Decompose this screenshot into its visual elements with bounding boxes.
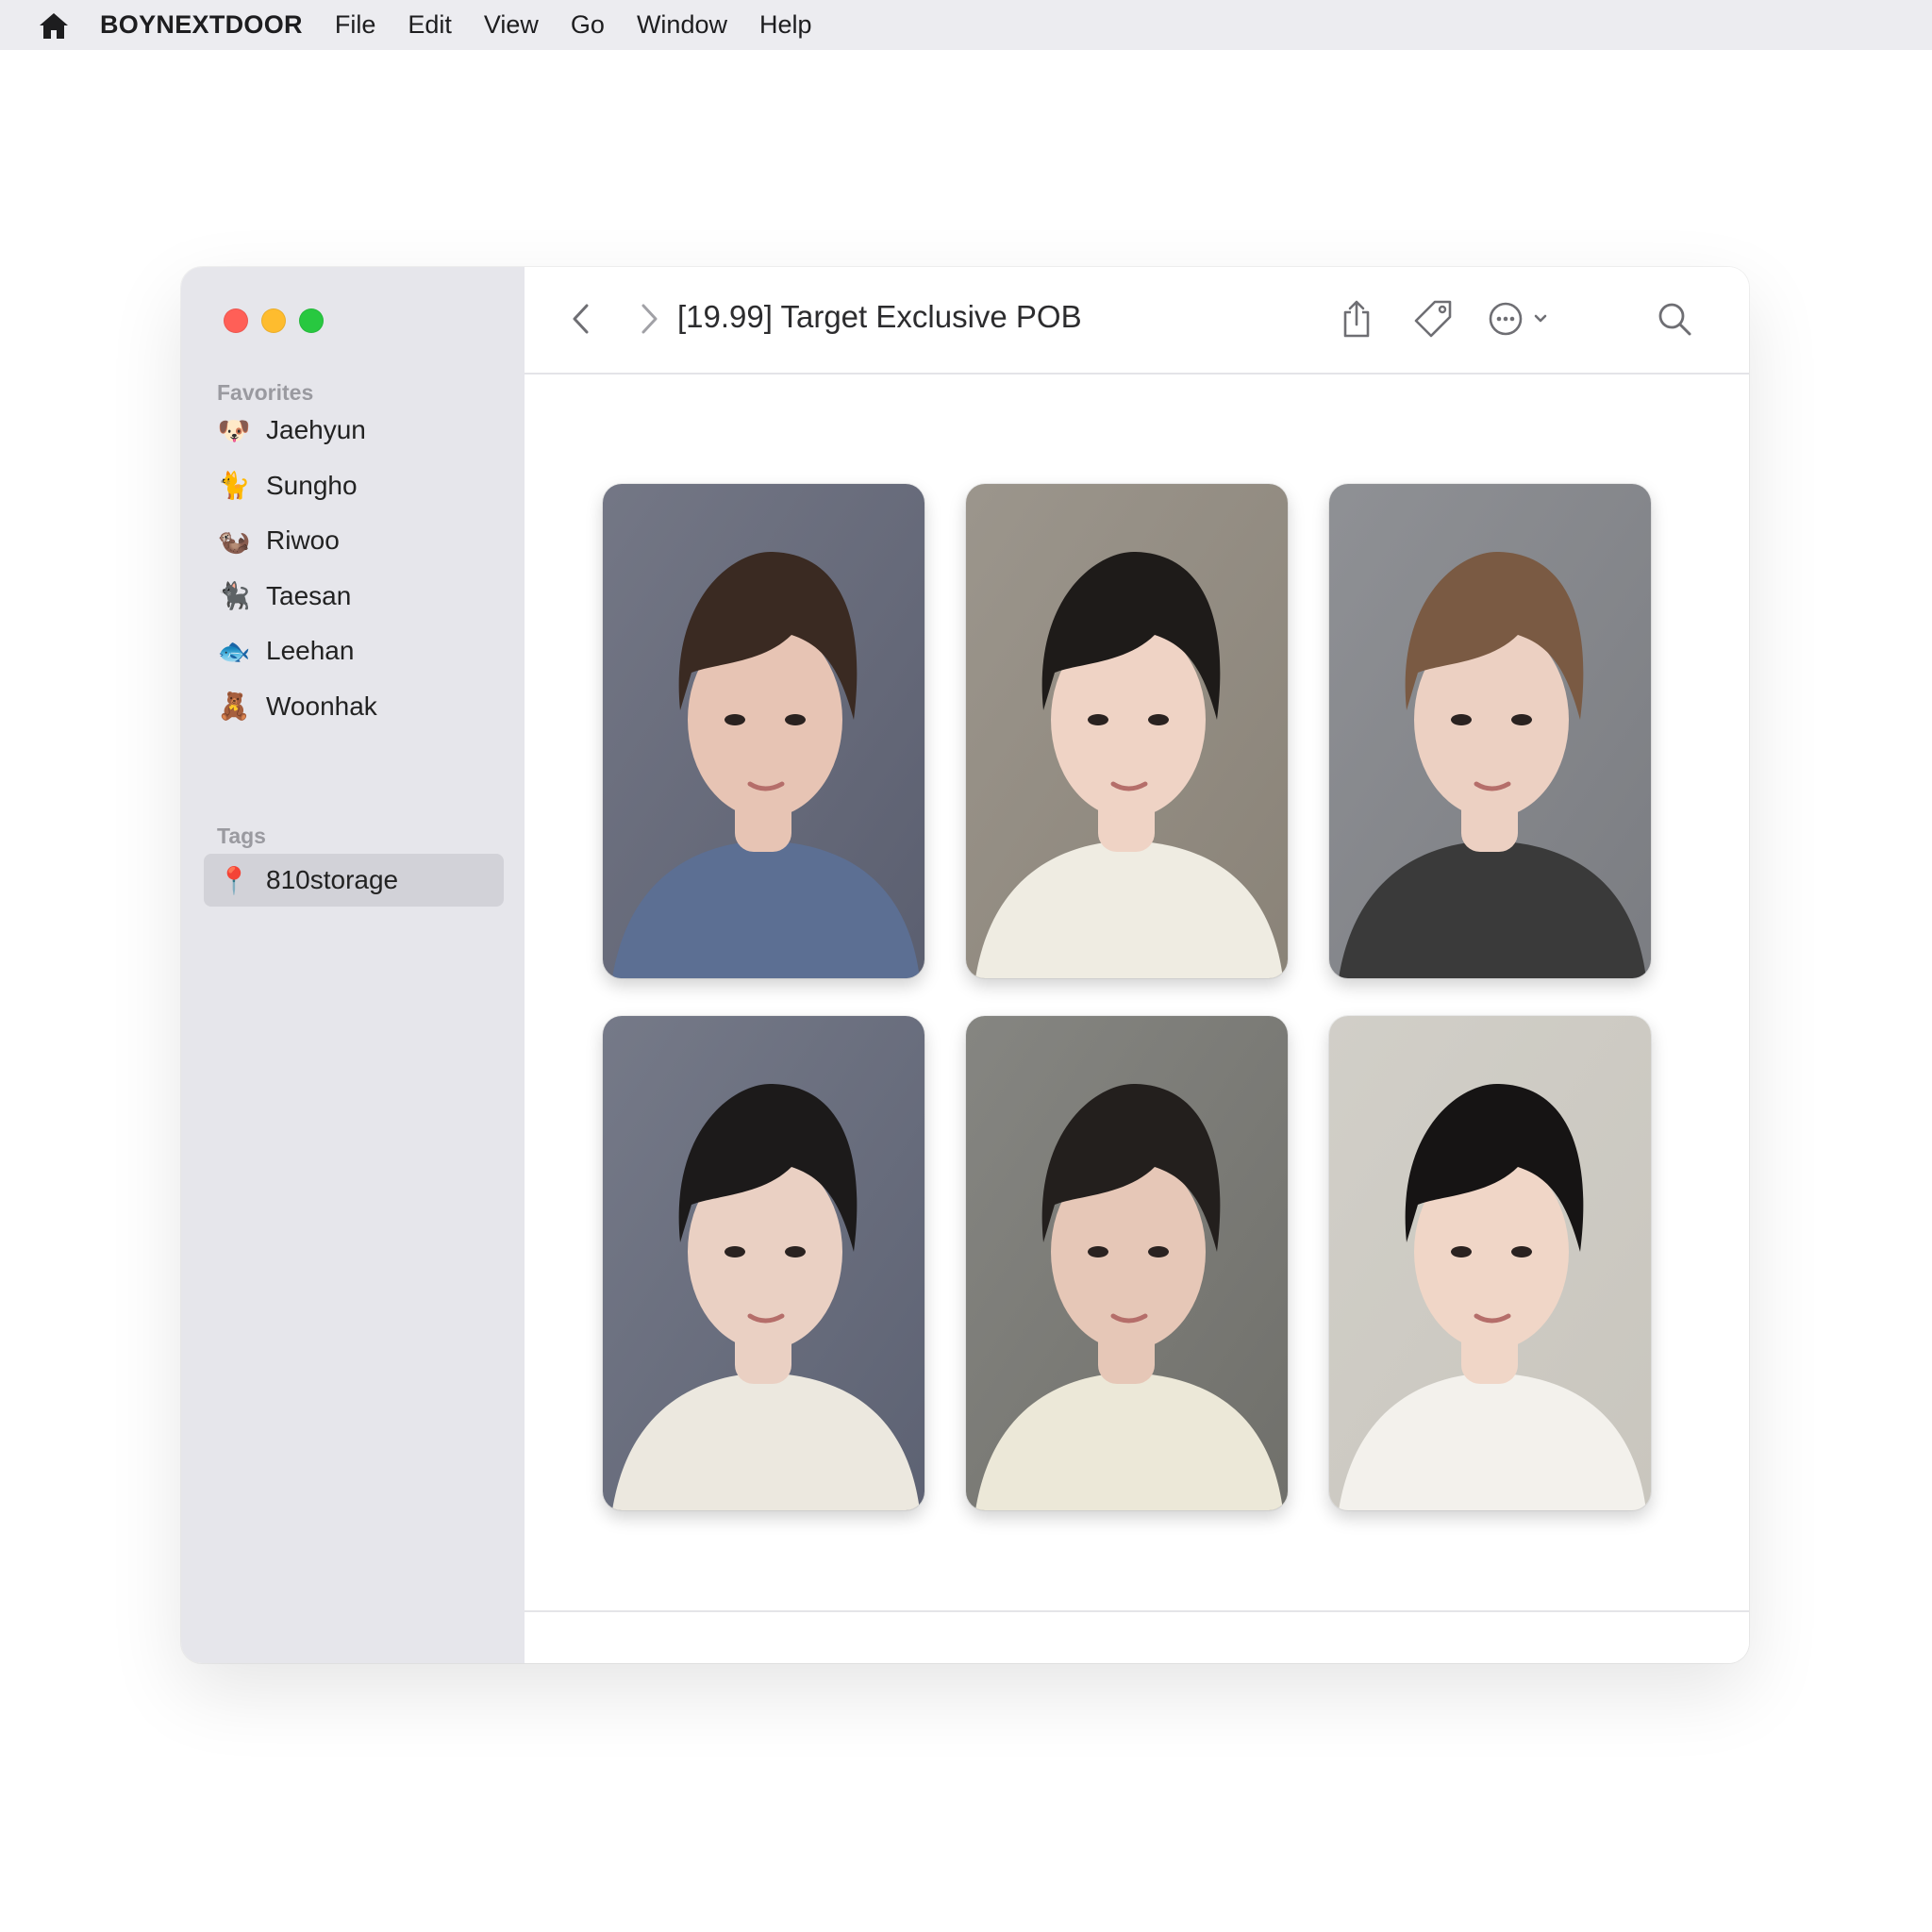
folder-title: [19.99] Target Exclusive POB	[677, 299, 1082, 334]
favorites-title: Favorites	[217, 380, 314, 405]
sidebar-item-label: Taesan	[266, 580, 352, 610]
sidebar-item-leehan[interactable]: 🐟 Leehan	[217, 624, 377, 679]
zoom-button[interactable]	[299, 308, 324, 333]
photo-eye-left	[1088, 714, 1108, 725]
finder-window: Favorites 🐶 Jaehyun 🐈 Sungho 🦦 Riwoo 🐈‍⬛…	[181, 267, 1749, 1663]
portrait-image	[1329, 1016, 1651, 1510]
home-icon[interactable]	[38, 9, 70, 42]
sidebar-item-label: Sungho	[266, 470, 358, 500]
window-controls	[224, 308, 324, 333]
fish-icon: 🐟	[217, 636, 251, 666]
portrait-image	[603, 484, 924, 978]
photo-eye-right	[785, 1246, 806, 1257]
photo-eye-right	[1511, 714, 1532, 725]
minimize-button[interactable]	[261, 308, 286, 333]
favorites-list: 🐶 Jaehyun 🐈 Sungho 🦦 Riwoo 🐈‍⬛ Taesan 🐟 …	[217, 403, 377, 734]
photocard-2[interactable]	[966, 484, 1288, 978]
photo-eye-left	[724, 714, 745, 725]
sidebar-item-riwoo[interactable]: 🦦 Riwoo	[217, 513, 377, 569]
chevron-right-icon[interactable]	[630, 295, 668, 342]
menu-help[interactable]: Help	[759, 10, 812, 40]
more-icon[interactable]	[1485, 295, 1564, 342]
sidebar-item-taesan[interactable]: 🐈‍⬛ Taesan	[217, 569, 377, 625]
photo-eye-right	[785, 714, 806, 725]
photo-eye-right	[1148, 1246, 1169, 1257]
photocard-5[interactable]	[966, 1016, 1288, 1510]
sidebar-item-jaehyun[interactable]: 🐶 Jaehyun	[217, 403, 377, 458]
close-button[interactable]	[224, 308, 248, 333]
portrait-image	[1329, 484, 1651, 978]
menu-go[interactable]: Go	[571, 10, 605, 40]
teddy-bear-icon: 🧸	[217, 691, 251, 722]
photo-eye-right	[1148, 714, 1169, 725]
main-content: [19.99] Target Exclusive POB	[525, 267, 1749, 1663]
photo-eye-right	[1511, 1246, 1532, 1257]
chevron-left-icon[interactable]	[562, 295, 600, 342]
photocard-1[interactable]	[603, 484, 924, 978]
otter-icon: 🦦	[217, 525, 251, 556]
dog-icon: 🐶	[217, 415, 251, 445]
sidebar-item-sungho[interactable]: 🐈 Sungho	[217, 458, 377, 514]
menu-edit[interactable]: Edit	[408, 10, 452, 40]
photocard-6[interactable]	[1329, 1016, 1651, 1510]
photo-eye-left	[724, 1246, 745, 1257]
toolbar: [19.99] Target Exclusive POB	[525, 267, 1749, 375]
sidebar-item-label: 810storage	[266, 865, 399, 894]
app-name[interactable]: BOYNEXTDOOR	[100, 10, 303, 40]
photo-eye-left	[1088, 1246, 1108, 1257]
photo-eye-left	[1451, 1246, 1472, 1257]
photo-grid	[603, 484, 1651, 1510]
sidebar-item-810storage[interactable]: 📍 810storage	[204, 854, 504, 907]
tags-title: Tags	[217, 824, 266, 848]
share-icon[interactable]	[1334, 295, 1379, 342]
portrait-image	[603, 1016, 924, 1510]
sidebar-item-label: Woonhak	[266, 691, 377, 721]
menu-window[interactable]: Window	[637, 10, 727, 40]
status-bar	[525, 1610, 1749, 1663]
photocard-4[interactable]	[603, 1016, 924, 1510]
menu-bar: BOYNEXTDOOR File Edit View Go Window Hel…	[0, 0, 1932, 50]
sidebar-item-woonhak[interactable]: 🧸 Woonhak	[217, 679, 377, 735]
sidebar-item-label: Jaehyun	[266, 415, 366, 445]
menu-view[interactable]: View	[484, 10, 539, 40]
pin-icon: 📍	[217, 865, 251, 895]
search-icon[interactable]	[1651, 295, 1698, 342]
photocard-3[interactable]	[1329, 484, 1651, 978]
sidebar: Favorites 🐶 Jaehyun 🐈 Sungho 🦦 Riwoo 🐈‍⬛…	[181, 267, 525, 1663]
menu-file[interactable]: File	[335, 10, 376, 40]
cat-icon: 🐈	[217, 471, 251, 501]
portrait-image	[966, 484, 1288, 978]
portrait-image	[966, 1016, 1288, 1510]
black-cat-icon: 🐈‍⬛	[217, 581, 251, 611]
tag-icon[interactable]	[1409, 295, 1457, 342]
photo-eye-left	[1451, 714, 1472, 725]
sidebar-item-label: Leehan	[266, 636, 355, 666]
sidebar-item-label: Riwoo	[266, 525, 340, 556]
